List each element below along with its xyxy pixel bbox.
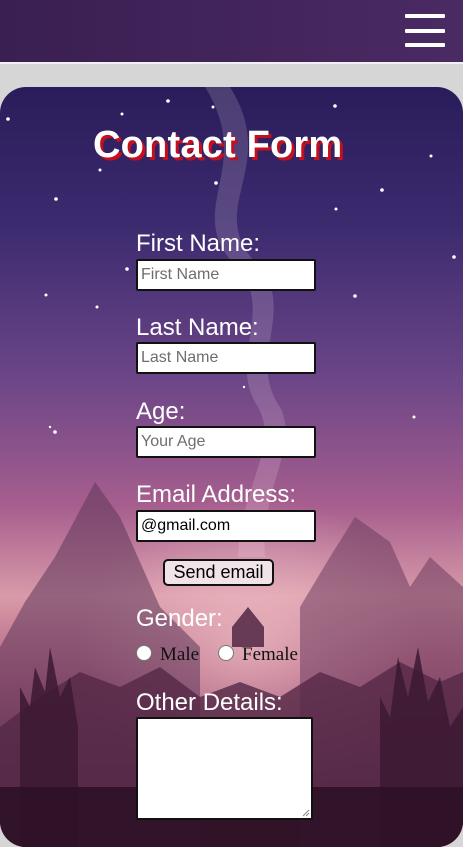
email-input[interactable] (136, 510, 316, 542)
page-title: Contact Form (93, 124, 343, 166)
resize-grip-icon[interactable] (302, 809, 310, 817)
age-label: Age: (136, 398, 186, 425)
gender-label: Gender: (136, 605, 223, 632)
gender-male-radio[interactable] (136, 645, 152, 661)
hamburger-line (405, 14, 445, 18)
hamburger-line (405, 43, 445, 47)
gender-female-radio[interactable] (218, 645, 234, 661)
age-input[interactable] (136, 426, 316, 458)
other-details-textarea[interactable] (136, 717, 313, 820)
gender-female-label: Female (242, 644, 298, 665)
hamburger-line (405, 29, 445, 33)
first-name-label: First Name: (136, 230, 261, 257)
contact-form-card: Contact Form First Name: Last Name: Age:… (0, 87, 463, 847)
send-email-button[interactable]: Send email (163, 559, 274, 586)
last-name-label: Last Name: (136, 314, 259, 341)
gender-male-label: Male (160, 644, 200, 665)
top-bar (0, 0, 463, 64)
first-name-input[interactable] (136, 259, 316, 291)
hamburger-menu-icon[interactable] (405, 14, 445, 48)
last-name-input[interactable] (136, 342, 316, 374)
other-details-label: Other Details: (136, 689, 283, 716)
email-label: Email Address: (136, 481, 297, 508)
